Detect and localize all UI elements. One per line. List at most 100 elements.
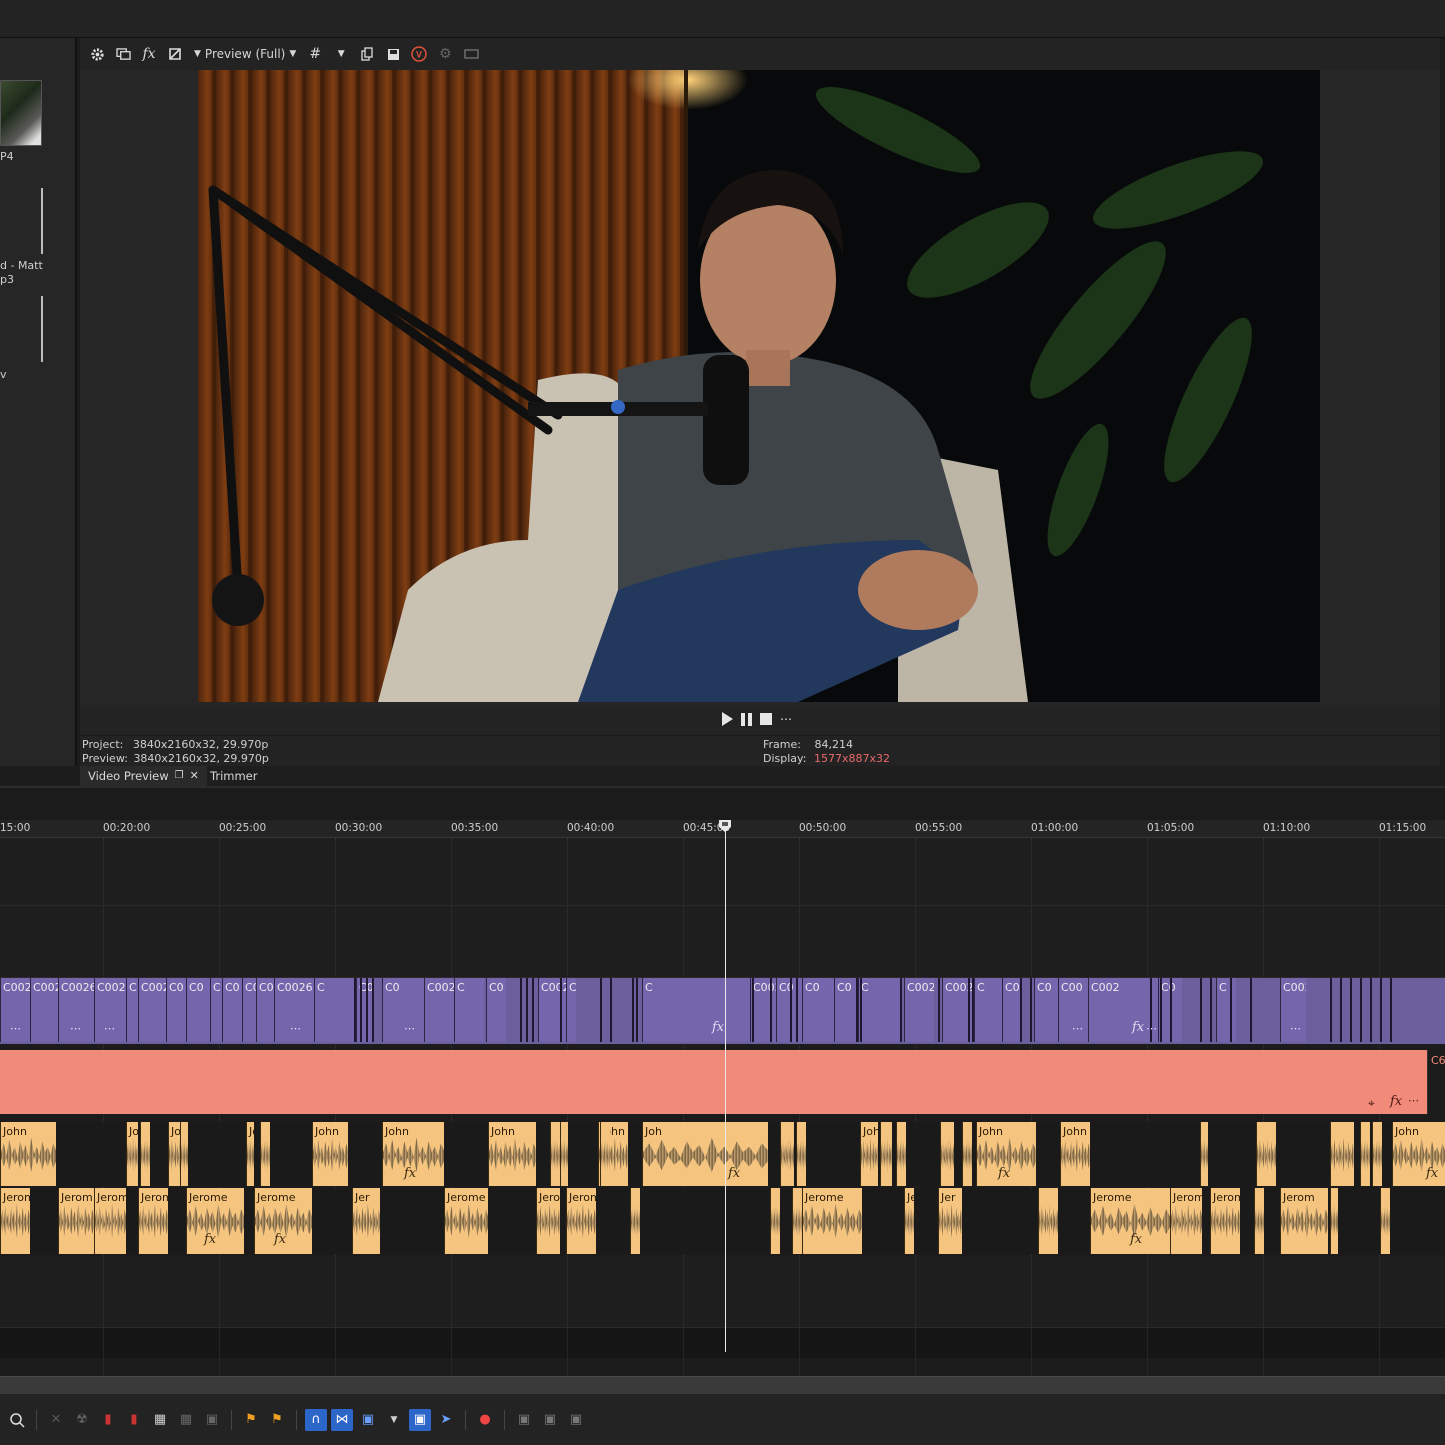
more-icon[interactable]: ⋯ <box>104 1022 116 1035</box>
audio-clip[interactable] <box>1256 1122 1276 1186</box>
audio-clip[interactable] <box>1360 1122 1370 1186</box>
region-icon[interactable]: ⚑ <box>266 1409 288 1431</box>
audio-clip[interactable] <box>1380 1188 1390 1254</box>
media-item-label[interactable]: p3 <box>0 273 14 286</box>
video-clip[interactable]: C0026 <box>256 978 274 1042</box>
audio-clip[interactable] <box>550 1122 560 1186</box>
save-snapshot-icon[interactable] <box>380 41 406 67</box>
video-clip[interactable]: C <box>314 978 356 1042</box>
overlay-icon[interactable] <box>458 41 484 67</box>
video-clip[interactable]: C0 <box>1034 978 1058 1042</box>
video-clip[interactable]: C0 <box>242 978 256 1042</box>
color-match-icon[interactable]: ● <box>474 1409 496 1431</box>
media-item-label[interactable]: v <box>0 368 7 381</box>
fx-icon[interactable]: fx <box>1426 1166 1438 1181</box>
audio-clip[interactable] <box>792 1188 802 1254</box>
audio-track-1[interactable]: John John John John John John John John Joh John J… <box>0 1122 1445 1186</box>
fx-icon[interactable]: fx <box>136 41 162 67</box>
audio-clip[interactable]: Jerom <box>138 1188 168 1254</box>
audio-clip[interactable] <box>962 1122 972 1186</box>
video-clip[interactable]: C002 <box>30 978 58 1042</box>
audio-clip[interactable] <box>1200 1122 1208 1186</box>
video-clip[interactable]: C0 <box>486 978 506 1042</box>
audio-clip[interactable]: Jerome <box>444 1188 488 1254</box>
split-icon[interactable]: ▦ <box>149 1409 171 1431</box>
lock-envelopes-icon[interactable]: ▣ <box>409 1408 431 1431</box>
video-clip[interactable]: C <box>126 978 138 1042</box>
video-clip[interactable]: C <box>974 978 1002 1042</box>
more-icon[interactable]: ⋯ <box>10 1022 22 1035</box>
playhead[interactable] <box>725 820 726 1352</box>
audio-clip[interactable]: Jer <box>904 1188 914 1254</box>
copy-snapshot-icon[interactable] <box>354 41 380 67</box>
external-monitor-icon[interactable] <box>110 41 136 67</box>
marker-icon[interactable]: ⚑ <box>240 1409 262 1431</box>
window-icon[interactable]: ❐ <box>175 766 184 786</box>
trim-start-icon[interactable]: ▮ <box>97 1409 119 1431</box>
audio-clip[interactable]: Jerom <box>0 1188 30 1254</box>
auto-crossfade-icon[interactable]: ⋈ <box>331 1408 353 1431</box>
video-clip[interactable]: C <box>454 978 484 1042</box>
video-clip[interactable]: C0 <box>802 978 834 1042</box>
audio-clip[interactable] <box>260 1122 270 1186</box>
more-icon[interactable]: ⋯ <box>1146 1022 1158 1035</box>
audio-clip[interactable] <box>600 1122 610 1186</box>
audio-clip[interactable]: John <box>860 1122 878 1186</box>
more-icon[interactable]: ⋯ <box>1072 1022 1084 1035</box>
ignore-grouping-icon[interactable]: ▦ <box>175 1409 197 1431</box>
snapping-icon[interactable]: ∩ <box>305 1408 327 1431</box>
audio-clip[interactable] <box>880 1122 892 1186</box>
audio-clip[interactable]: Jero <box>536 1188 560 1254</box>
fx-icon[interactable]: fx <box>1390 1094 1402 1109</box>
media-item-label[interactable]: d - Matt <box>0 259 43 272</box>
fx-icon[interactable]: fx <box>998 1166 1010 1181</box>
tab-video-preview[interactable]: Video Preview ❐ ✕ <box>80 766 207 786</box>
video-track-2[interactable]: C6 fx ⋯ ⌖ <box>0 1050 1445 1114</box>
split-screen-icon[interactable] <box>162 41 188 67</box>
video-clip[interactable]: C002 <box>904 978 934 1042</box>
more-icon[interactable]: ⋯ <box>290 1022 302 1035</box>
fx-icon[interactable]: fx <box>1132 1020 1144 1035</box>
timeline-scrollbar[interactable] <box>0 1376 1445 1394</box>
video-clip[interactable]: C0 <box>776 978 802 1042</box>
trim-end-icon[interactable]: ▮ <box>123 1409 145 1431</box>
video-track[interactable]: C002C002C0026C002CC002C0C0CC0C0C0026C002… <box>0 978 1445 1044</box>
audio-clip[interactable] <box>896 1122 906 1186</box>
lock-icon[interactable]: ▣ <box>201 1409 223 1431</box>
selection-tool-icon[interactable]: ➤ <box>435 1409 457 1431</box>
audio-clip[interactable]: Jerom <box>94 1188 126 1254</box>
audio-clip[interactable] <box>780 1122 794 1186</box>
nest-icon[interactable]: ▣ <box>513 1409 535 1431</box>
more-icon[interactable]: ⋯ <box>1290 1022 1302 1035</box>
more-icon[interactable]: ⋯ <box>70 1022 82 1035</box>
video-frame[interactable] <box>198 70 1320 702</box>
audio-clip[interactable]: John <box>246 1122 254 1186</box>
fx-icon[interactable]: fx <box>274 1232 286 1247</box>
audio-clip[interactable] <box>1372 1122 1382 1186</box>
video-clip[interactable]: C0 <box>166 978 186 1042</box>
grid-icon[interactable]: # <box>302 41 328 67</box>
audio-clip[interactable]: Jerom <box>1280 1188 1328 1254</box>
close-icon[interactable]: ✕ <box>190 766 199 786</box>
audio-clip[interactable]: Jerom <box>1170 1188 1202 1254</box>
audio-clip[interactable] <box>560 1122 568 1186</box>
audio-clip[interactable] <box>770 1188 780 1254</box>
more-icon[interactable]: ⋯ <box>780 712 792 726</box>
grid-dropdown[interactable]: ▼ <box>328 41 354 67</box>
pause-icon[interactable] <box>741 712 752 726</box>
video-clip[interactable]: C0 <box>186 978 210 1042</box>
audio-clip[interactable]: John <box>0 1122 56 1186</box>
audio-clip[interactable]: John <box>488 1122 536 1186</box>
fx-icon[interactable]: fx <box>204 1232 216 1247</box>
audio-clip[interactable]: Joh <box>642 1122 768 1186</box>
video-clip[interactable]: C <box>858 978 902 1042</box>
audio-clip[interactable] <box>1038 1188 1058 1254</box>
audio-clip[interactable] <box>180 1122 188 1186</box>
play-icon[interactable] <box>722 712 733 726</box>
panel-divider[interactable] <box>0 786 1445 822</box>
audio-clip[interactable] <box>140 1122 150 1186</box>
preview-quality-dropdown[interactable]: ▼ Preview (Full) ▼ <box>188 47 302 61</box>
record-icon[interactable]: ⚙ <box>432 41 458 67</box>
gear-icon[interactable] <box>84 41 110 67</box>
fx-icon[interactable]: fx <box>1130 1232 1142 1247</box>
